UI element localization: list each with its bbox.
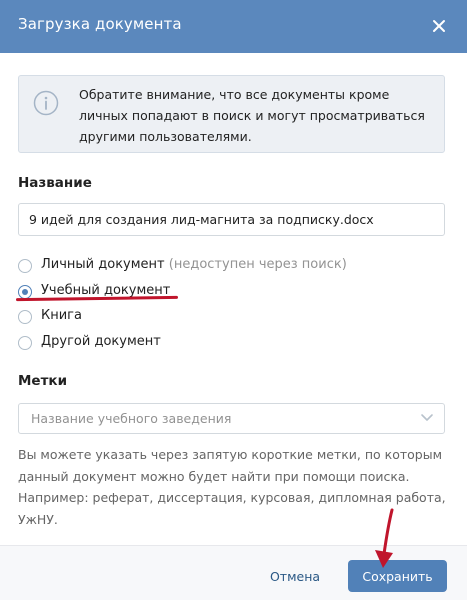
tags-hint-text: Вы можете указать через запятую короткие… bbox=[18, 447, 446, 527]
dialog-header: Загрузка документа bbox=[0, 0, 467, 53]
radio-option-note: (недоступен через поиск) bbox=[168, 257, 347, 272]
radio-option-label: Книга bbox=[41, 308, 82, 323]
dialog-title: Загрузка документа bbox=[18, 15, 182, 33]
radio-option-other[interactable]: Другой документ bbox=[18, 333, 458, 359]
info-notice: Обратите внимание, что все документы кро… bbox=[18, 75, 445, 153]
radio-button[interactable] bbox=[18, 335, 32, 350]
document-type-radio-group: Личный документ (недоступен через поиск)… bbox=[18, 256, 458, 358]
radio-option-label: Личный документ (недоступен через поиск) bbox=[41, 257, 347, 272]
radio-button-checked[interactable] bbox=[18, 284, 32, 299]
chevron-down-icon bbox=[421, 414, 433, 421]
close-button[interactable] bbox=[429, 15, 449, 37]
save-button[interactable]: Сохранить bbox=[348, 560, 447, 592]
document-name-input[interactable] bbox=[18, 203, 445, 236]
close-icon bbox=[433, 20, 445, 32]
info-notice-text: Обратите внимание, что все документы кро… bbox=[79, 87, 425, 144]
radio-option-personal[interactable]: Личный документ (недоступен через поиск) bbox=[18, 256, 458, 282]
radio-option-book[interactable]: Книга bbox=[18, 307, 458, 333]
select-placeholder: Название учебного заведения bbox=[31, 411, 232, 426]
radio-button[interactable] bbox=[18, 259, 32, 273]
upload-document-dialog: Загрузка документа Обратите внимание, чт… bbox=[0, 0, 467, 600]
name-label: Название bbox=[18, 175, 92, 191]
info-icon bbox=[33, 90, 59, 116]
institution-select[interactable]: Название учебного заведения bbox=[18, 403, 445, 434]
radio-button[interactable] bbox=[18, 310, 32, 324]
radio-option-educational[interactable]: Учебный документ bbox=[18, 282, 458, 308]
cancel-button[interactable]: Отмена bbox=[260, 561, 330, 591]
tags-label: Метки bbox=[18, 373, 68, 389]
radio-option-label: Другой документ bbox=[41, 333, 161, 349]
